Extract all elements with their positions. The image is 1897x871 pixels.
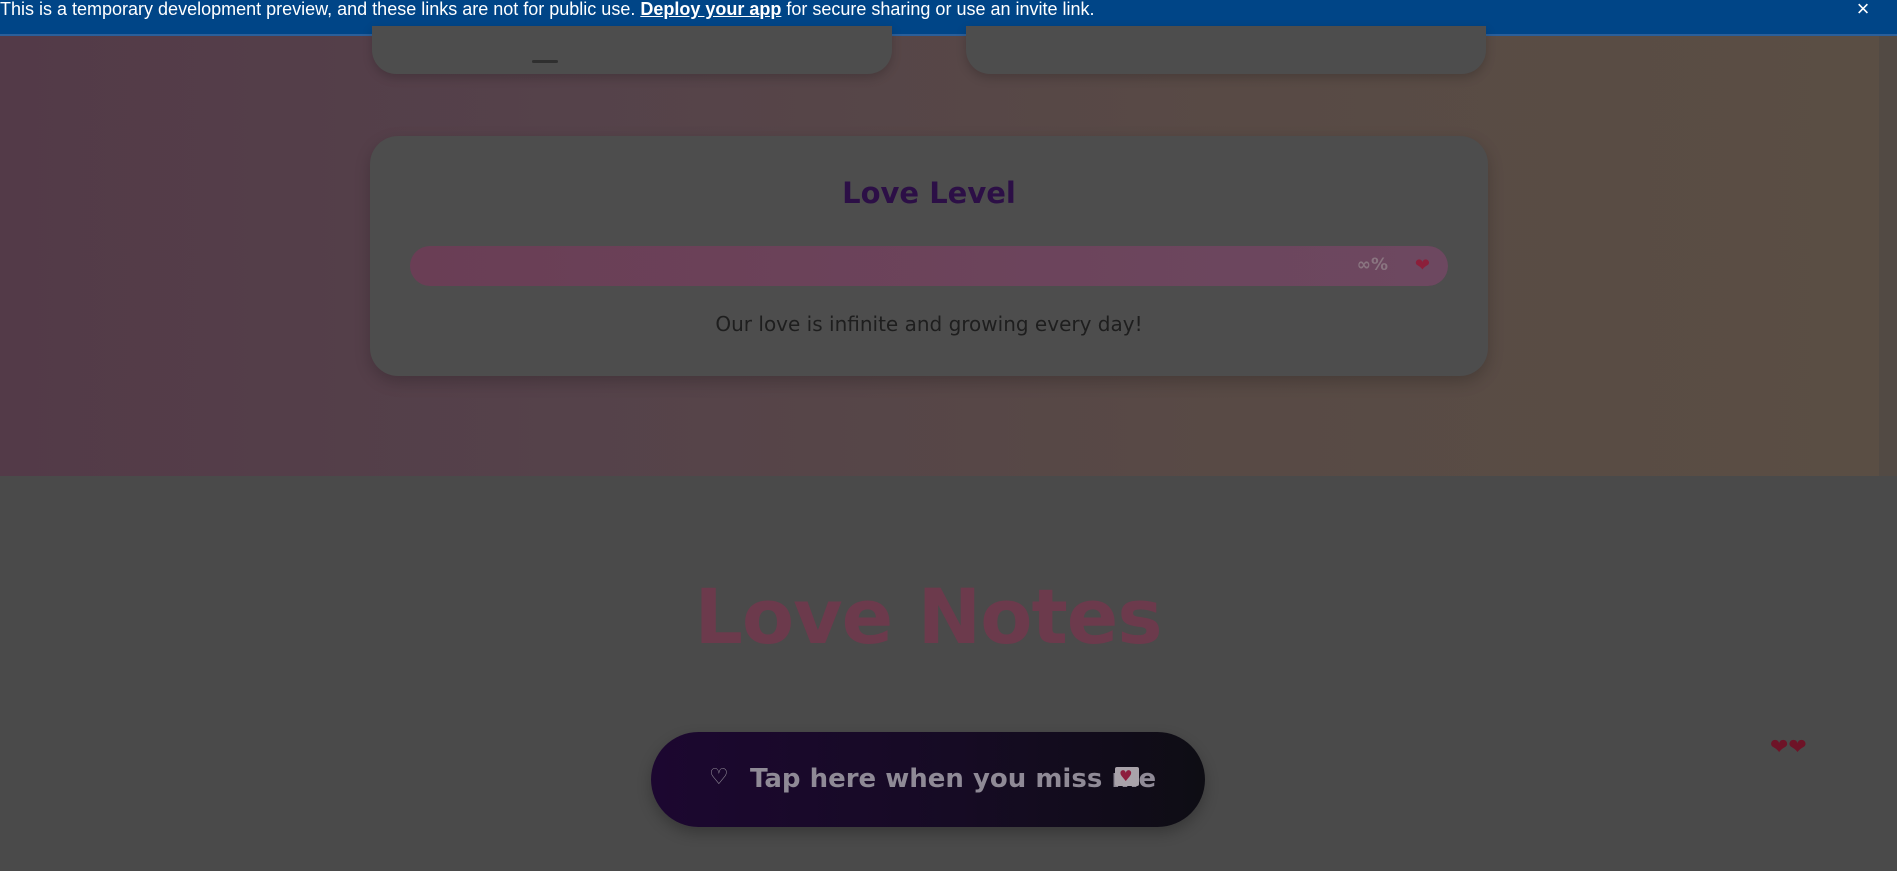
deploy-app-link[interactable]: Deploy your app (640, 0, 781, 19)
love-level-title: Love Level (842, 176, 1016, 210)
hero-edge-shade (1879, 36, 1897, 476)
love-progress-bar: ∞% ❤ (410, 246, 1448, 286)
love-progress-fill (410, 246, 1448, 286)
banner-message: This is a temporary development preview,… (0, 0, 1095, 19)
banner-text-before: This is a temporary development preview,… (0, 0, 641, 19)
stat-card-left (372, 26, 892, 74)
envelope-heart-icon: ♥ (1119, 767, 1133, 785)
preview-banner: This is a temporary development preview,… (0, 0, 1897, 36)
miss-me-button[interactable]: ♡ Tap here when you miss me ♥ (651, 732, 1205, 827)
love-letter-icon: ♥ (1115, 767, 1139, 786)
love-percent-label: ∞% (1356, 255, 1388, 275)
card-bottom-detail (532, 60, 558, 63)
heart-outline-icon: ♡ (709, 765, 729, 790)
floating-hearts-icon: ❤❤ (1770, 735, 1807, 760)
banner-text-after: for secure sharing or use an invite link… (781, 0, 1095, 19)
love-level-card: Love Level ∞% ❤ Our love is infinite and… (370, 136, 1488, 376)
miss-me-button-label: Tap here when you miss me (750, 764, 1157, 794)
stat-card-right (966, 26, 1486, 74)
close-icon[interactable]: × (1853, 0, 1873, 20)
love-level-subtitle: Our love is infinite and growing every d… (715, 312, 1143, 336)
heart-icon: ❤ (1414, 255, 1430, 276)
love-notes-title: Love Notes (694, 572, 1162, 661)
hero-section: Love Level ∞% ❤ Our love is infinite and… (0, 26, 1897, 476)
